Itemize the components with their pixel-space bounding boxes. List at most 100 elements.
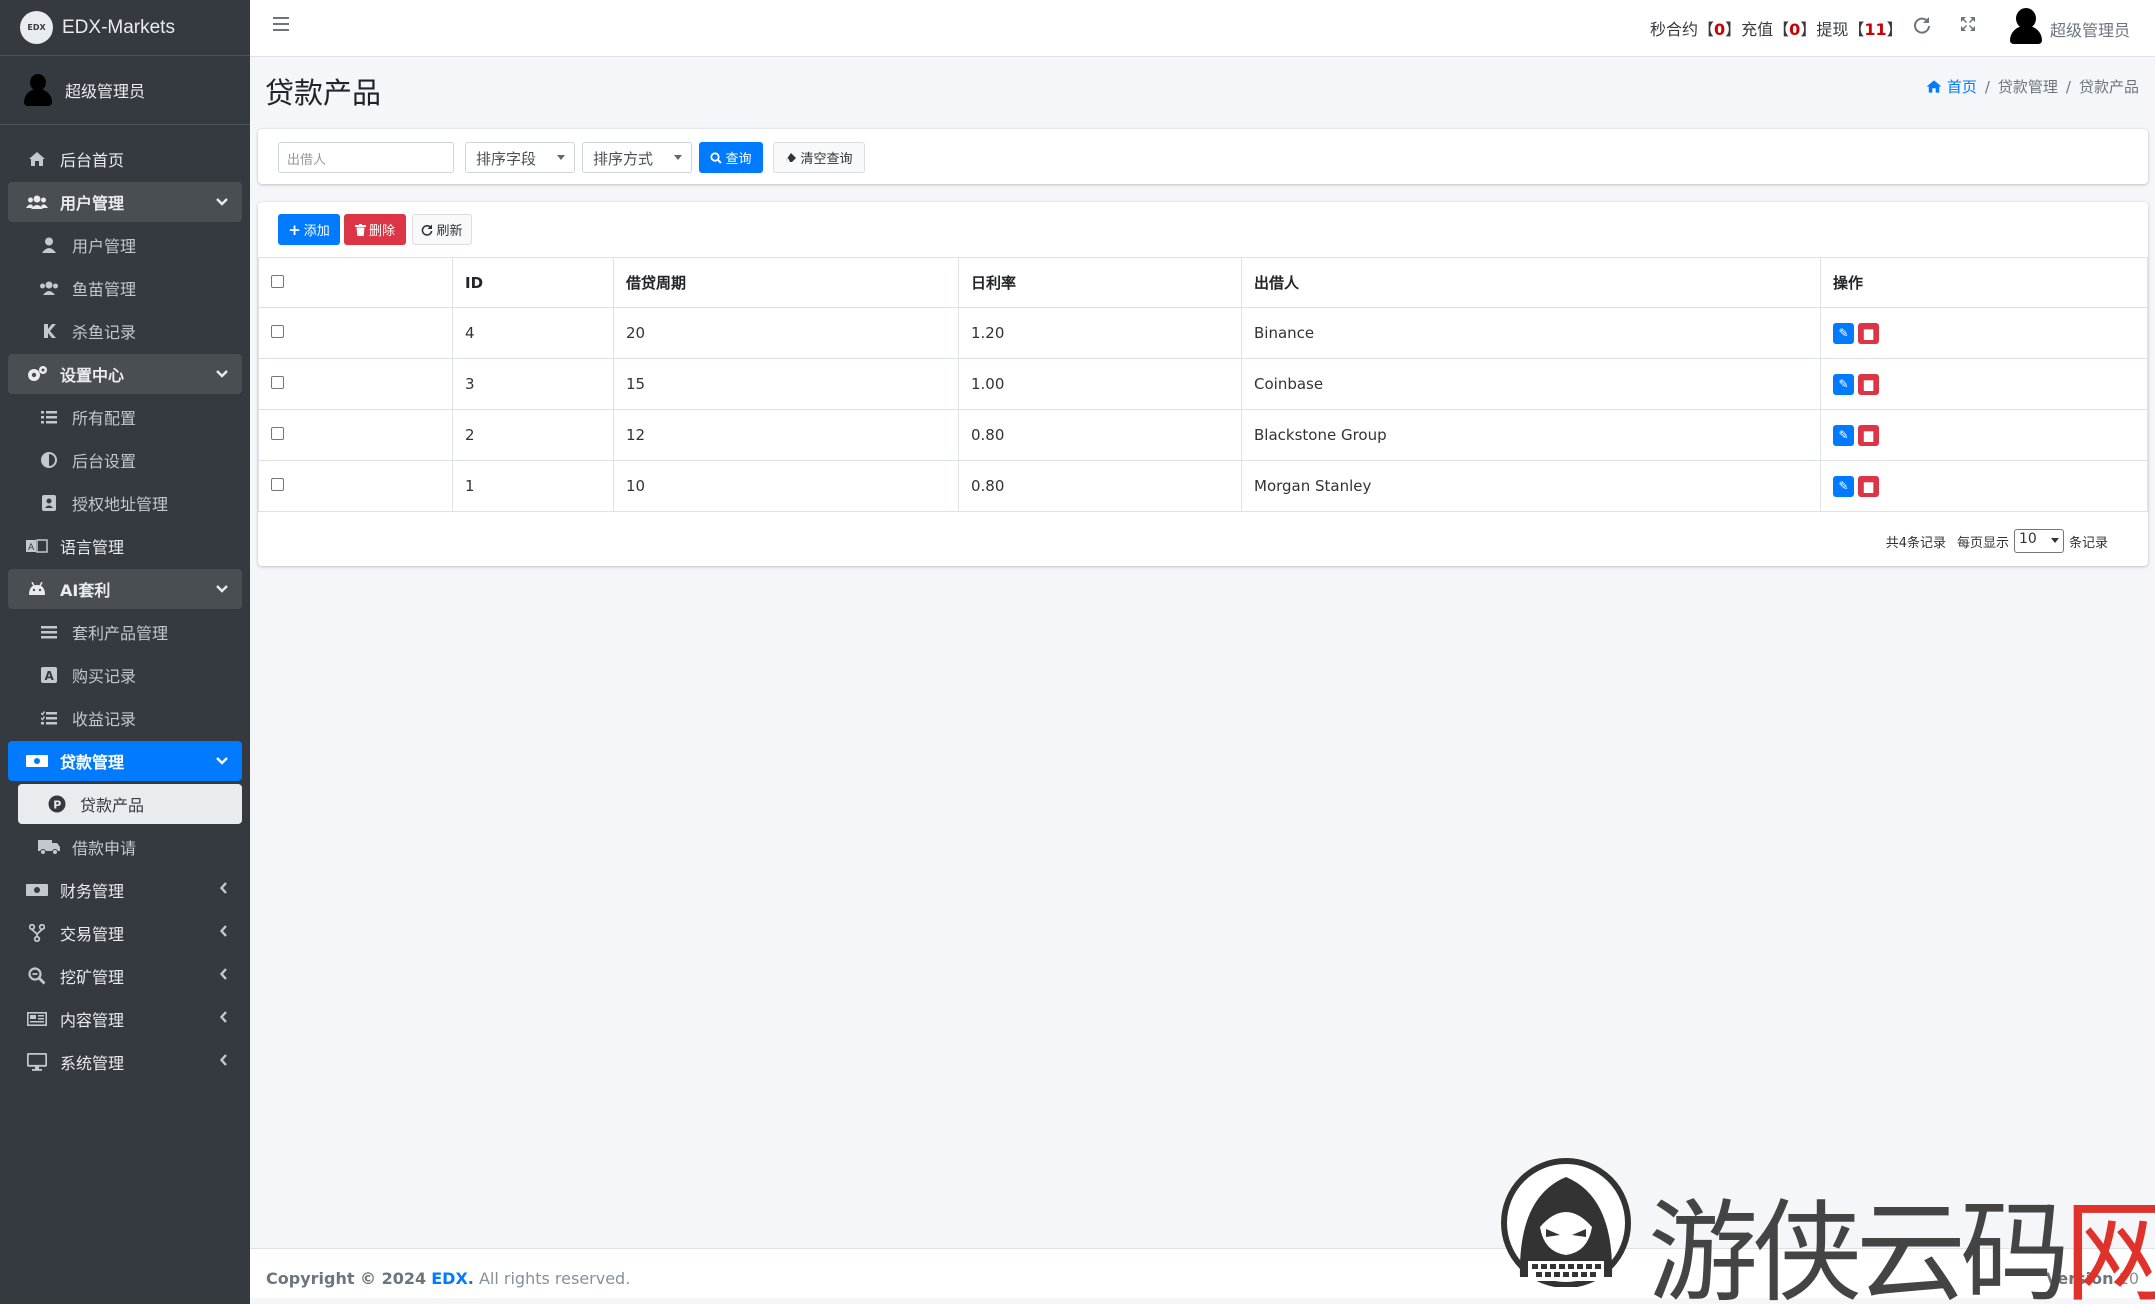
sidebar-item-label: 交易管理 — [60, 925, 125, 944]
delete-button-label: 删除 — [368, 224, 395, 239]
column-header-actions: 操作 — [1820, 257, 2148, 308]
sidebar-user-name: 超级管理员 — [65, 82, 146, 101]
select-all-checkbox[interactable] — [271, 274, 284, 288]
edit-icon[interactable]: ✎ — [1833, 373, 1854, 395]
pagination: 共4条记录 每页显示 10 条记录 — [1886, 529, 2108, 553]
row-select-cell — [258, 409, 453, 461]
sidebar-item-label: 杀鱼记录 — [72, 323, 137, 342]
fullscreen-icon[interactable] — [1957, 16, 1979, 38]
row-checkbox[interactable] — [271, 325, 284, 338]
sidebar-item-fry[interactable]: 鱼苗管理 — [8, 268, 242, 308]
eraser-icon — [786, 153, 797, 162]
sidebar-item-label: 后台设置 — [72, 452, 137, 471]
add-button[interactable]: + 添加 — [278, 214, 340, 245]
user-avatar[interactable] — [2008, 8, 2044, 44]
row-checkbox[interactable] — [271, 478, 284, 491]
sort-order-select[interactable]: 排序方式 — [582, 142, 692, 173]
trash-icon[interactable]: ▆ — [1858, 373, 1879, 395]
sidebar-item-settings[interactable]: 设置中心 — [8, 354, 242, 394]
sidebar-item-label: 贷款管理 — [60, 753, 125, 772]
delete-button[interactable]: 删除 — [344, 214, 406, 245]
chevron-left-icon — [219, 882, 228, 898]
sidebar-item-mining[interactable]: 挖矿管理 — [8, 956, 242, 996]
search-icon — [710, 151, 723, 164]
per-page-select[interactable]: 10 — [2013, 529, 2064, 553]
cell-id: 2 — [452, 409, 614, 461]
clear-query-button[interactable]: 清空查询 — [773, 142, 865, 173]
trash-icon[interactable]: ▆ — [1858, 475, 1879, 497]
sidebar-item-trading[interactable]: 交易管理 — [8, 913, 242, 953]
cell-id: 1 — [452, 460, 614, 512]
top-stats[interactable]: 秒合约【0】充值【0】提现【11】 — [1650, 16, 1903, 40]
newspaper-icon — [26, 1010, 48, 1028]
stat-value-withdraw: 11 — [1864, 20, 1887, 39]
per-page-value: 10 — [2018, 531, 2037, 547]
sort-field-select[interactable]: 排序字段 — [465, 142, 575, 173]
table-row: 1 10 0.80 Morgan Stanley ✎ ▆ — [258, 460, 2148, 512]
row-checkbox[interactable] — [271, 376, 284, 389]
query-button[interactable]: 查询 — [699, 142, 763, 173]
dropdown-arrow-icon — [674, 155, 682, 160]
sidebar-item-user-mgmt[interactable]: 用户管理 — [8, 182, 242, 222]
sidebar-item-language[interactable]: A 语言管理 — [8, 526, 242, 566]
cell-actions: ✎ ▆ — [1820, 307, 2148, 359]
clear-query-label: 清空查询 — [800, 152, 853, 167]
trash-icon[interactable]: ▆ — [1858, 424, 1879, 446]
column-header-lender[interactable]: 出借人 — [1241, 257, 1821, 308]
cell-id: 3 — [452, 358, 614, 410]
sidebar-item-finance[interactable]: 财务管理 — [8, 870, 242, 910]
sidebar-item-backend-settings[interactable]: 后台设置 — [8, 440, 242, 480]
sidebar-item-users[interactable]: 用户管理 — [8, 225, 242, 265]
sidebar-item-label: 内容管理 — [60, 1011, 125, 1030]
top-user-name[interactable]: 超级管理员 — [2050, 17, 2130, 41]
page-title: 贷款产品 — [265, 76, 382, 110]
trash-icon — [354, 223, 366, 236]
column-header-rate[interactable]: 日利率 — [958, 257, 1242, 308]
table-row: 4 20 1.20 Binance ✎ ▆ — [258, 307, 2148, 359]
brand[interactable]: EDX EDX-Markets — [0, 0, 250, 56]
row-select-cell — [258, 460, 453, 512]
edit-icon[interactable]: ✎ — [1833, 424, 1854, 446]
sidebar-item-auth-address[interactable]: 授权地址管理 — [8, 483, 242, 523]
sidebar-item-all-config[interactable]: 所有配置 — [8, 397, 242, 437]
stat-suffix: 】 — [1886, 20, 1903, 39]
cell-lender: Morgan Stanley — [1241, 460, 1821, 512]
cell-period: 15 — [613, 358, 959, 410]
sidebar-item-loan-mgmt[interactable]: 贷款管理 — [8, 741, 242, 781]
sidebar-item-dashboard[interactable]: 后台首页 — [8, 139, 242, 179]
column-header-id[interactable]: ID — [452, 257, 614, 308]
refresh-icon[interactable] — [1911, 16, 1933, 38]
company-link[interactable]: EDX. — [431, 1269, 474, 1288]
code-fork-icon — [26, 924, 48, 942]
edit-icon[interactable]: ✎ — [1833, 322, 1854, 344]
hamburger-menu-icon[interactable] — [273, 17, 289, 31]
sidebar-item-purchase-records[interactable]: A 购买记录 — [8, 655, 242, 695]
trash-icon[interactable]: ▆ — [1858, 322, 1879, 344]
sidebar-item-kill-records[interactable]: 杀鱼记录 — [8, 311, 242, 351]
row-select-cell — [258, 307, 453, 359]
breadcrumb-home[interactable]: 首页 — [1926, 78, 1977, 96]
refresh-button[interactable]: 刷新 — [412, 214, 472, 245]
lender-search-input[interactable]: 出借人 — [278, 142, 454, 173]
sidebar-item-arbitrage-products[interactable]: 套利产品管理 — [8, 612, 242, 652]
breadcrumb-loan-mgmt[interactable]: 贷款管理 — [1998, 78, 2058, 96]
edit-icon[interactable]: ✎ — [1833, 475, 1854, 497]
sidebar-item-loan-applications[interactable]: 借款申请 — [8, 827, 242, 867]
cell-rate: 0.80 — [958, 460, 1242, 512]
breadcrumb: 首页 / 贷款管理 / 贷款产品 — [1926, 76, 2139, 97]
sidebar-item-content[interactable]: 内容管理 — [8, 999, 242, 1039]
copyright-text: Copyright © 2024 — [266, 1269, 427, 1288]
cell-period: 12 — [613, 409, 959, 461]
user-panel[interactable]: 超级管理员 — [0, 56, 250, 125]
svg-text:A: A — [28, 543, 35, 553]
column-header-period[interactable]: 借贷周期 — [613, 257, 959, 308]
cell-rate: 0.80 — [958, 409, 1242, 461]
sidebar-item-ai-arbitrage[interactable]: AI套利 — [8, 569, 242, 609]
sidebar-item-loan-products[interactable]: P 贷款产品 — [18, 784, 242, 824]
row-checkbox[interactable] — [271, 427, 284, 440]
sidebar-item-label: 挖矿管理 — [60, 968, 125, 987]
sidebar-item-system[interactable]: 系统管理 — [8, 1042, 242, 1082]
plus-icon: + — [288, 220, 301, 239]
sidebar-item-earnings-records[interactable]: 收益记录 — [8, 698, 242, 738]
sidebar-item-label: 系统管理 — [60, 1054, 125, 1073]
